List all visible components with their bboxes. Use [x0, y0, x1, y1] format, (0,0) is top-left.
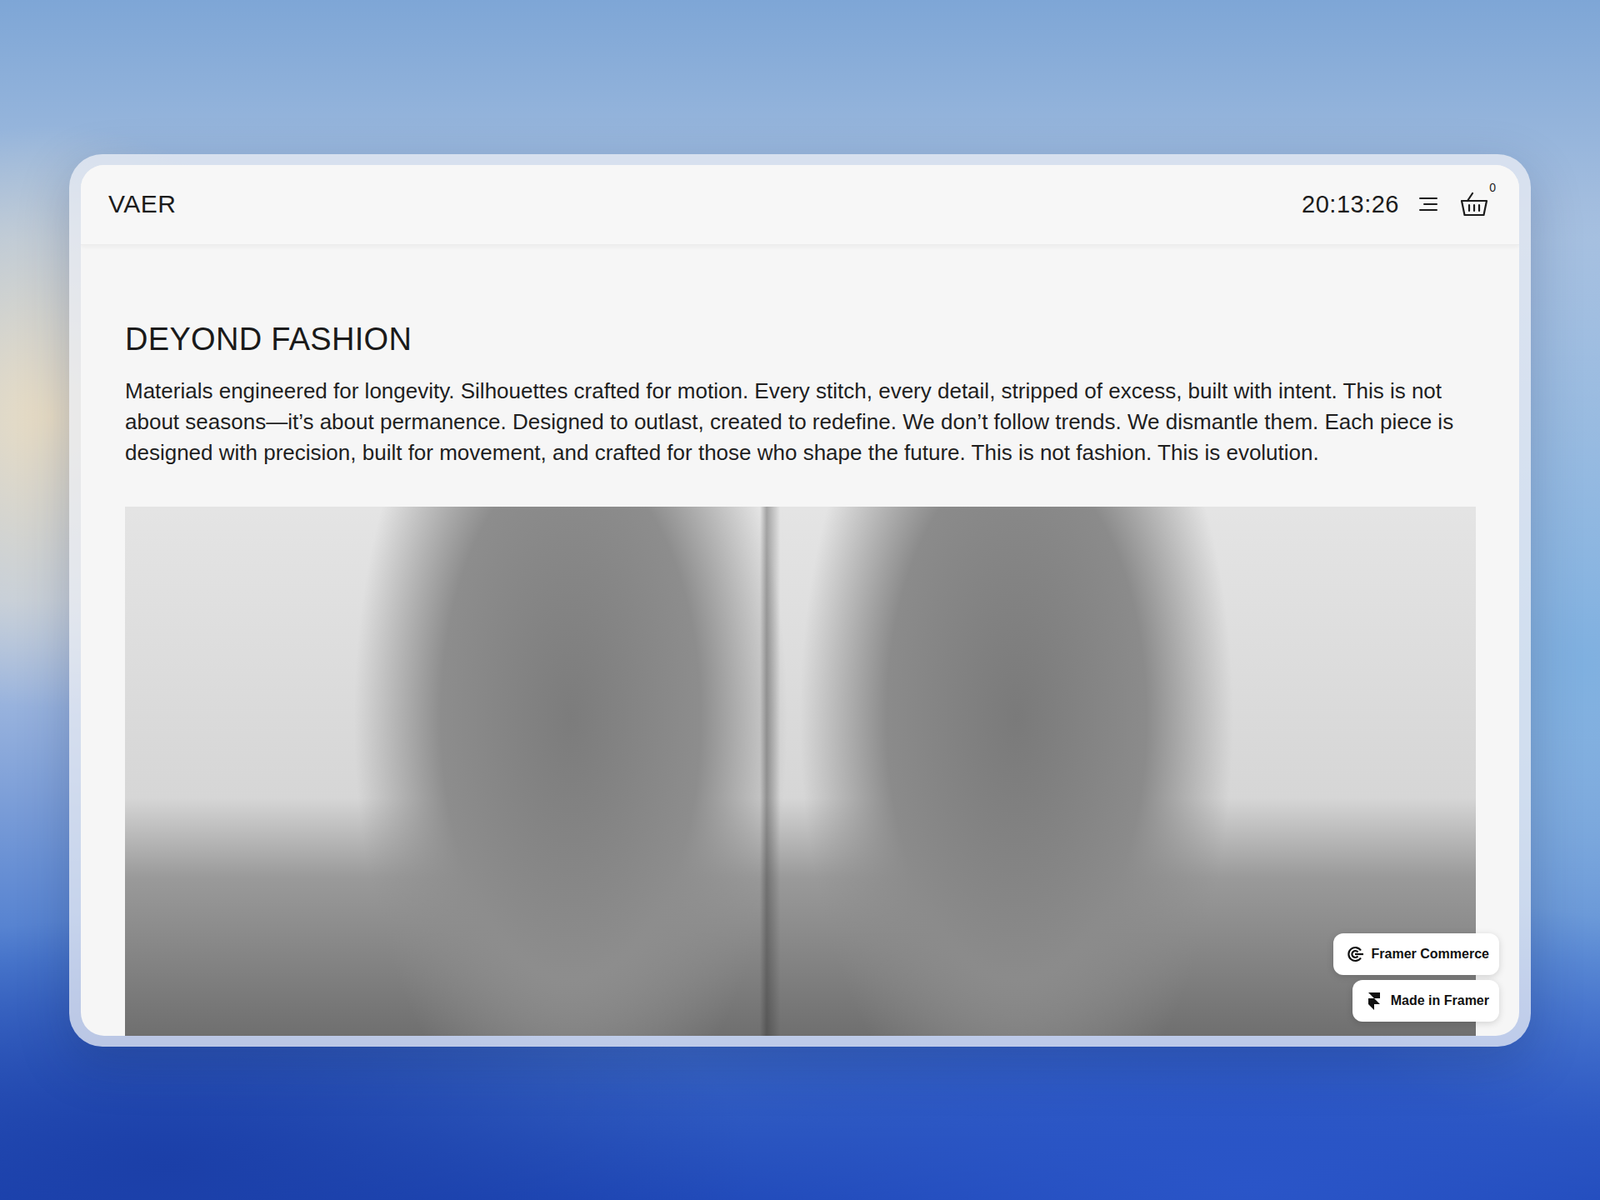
- content: DEYOND FASHION Materials engineered for l…: [80, 245, 1520, 1036]
- badges: Framer Commerce Made in Framer: [1333, 933, 1500, 1022]
- header-tools: 20:13:26 0: [1301, 187, 1491, 221]
- badge[interactable]: Made in Framer: [1352, 980, 1500, 1022]
- badge-label: Framer Commerce: [1371, 946, 1490, 962]
- menu-button[interactable]: [1417, 193, 1440, 215]
- badge[interactable]: Framer Commerce: [1333, 933, 1500, 975]
- framer-logo-icon: [1364, 990, 1385, 1011]
- clock: 20:13:26: [1301, 190, 1400, 219]
- badge-label: Made in Framer: [1390, 993, 1490, 1009]
- menu-icon: [1417, 193, 1440, 215]
- section-text: Materials engineered for longevity. Silh…: [125, 375, 1476, 469]
- cart-button[interactable]: 0: [1457, 187, 1491, 221]
- section-title: DEYOND FASHION: [125, 321, 1476, 358]
- site-header: VAER 20:13:26 0: [80, 165, 1520, 245]
- browser-window: VAER 20:13:26 0 DEYOND FASHION Materials eng…: [69, 154, 1531, 1047]
- logo[interactable]: VAER: [108, 190, 176, 219]
- hero-photo: [125, 506, 1476, 1036]
- basket-icon: [1459, 189, 1490, 220]
- page: VAER 20:13:26 0 DEYOND FASHION Materials eng…: [80, 165, 1520, 1036]
- commerce-logo-icon: [1345, 944, 1365, 965]
- cart-count: 0: [1489, 180, 1496, 195]
